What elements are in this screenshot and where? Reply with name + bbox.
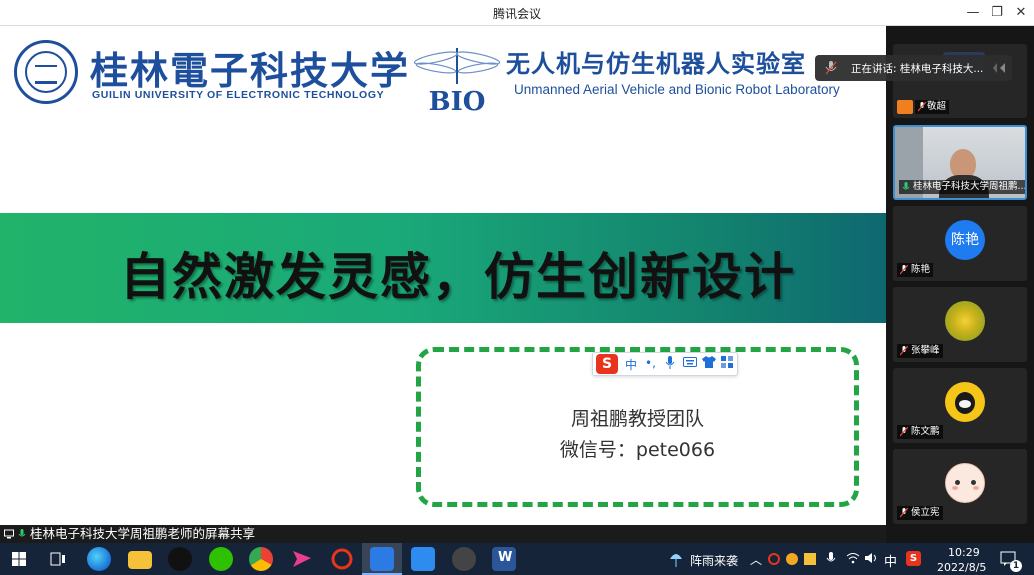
feishu-send-icon[interactable]: [290, 547, 314, 571]
dingtalk-icon[interactable]: [411, 547, 435, 571]
chrome-icon[interactable]: [249, 547, 273, 571]
slide-header: 桂林電子科技大学 GUILIN UNIVERSITY OF ELECTRONIC…: [0, 26, 886, 126]
dragonfly-logo-icon: BIO: [413, 48, 501, 114]
team-name: 周祖鹏教授团队: [570, 408, 704, 430]
qq-icon[interactable]: [168, 547, 192, 571]
avatar: [945, 382, 985, 422]
restore-icon[interactable]: ❐: [986, 3, 1008, 23]
tray-shield-icon[interactable]: [804, 553, 816, 565]
user-icon: [897, 100, 913, 114]
mic-muted-icon: [900, 265, 908, 275]
close-icon[interactable]: ✕: [1010, 3, 1032, 23]
speaking-mic-icon: [825, 61, 837, 75]
chevron-up-icon[interactable]: ︿: [750, 551, 762, 568]
edge-browser-icon[interactable]: [87, 547, 111, 571]
wechat-icon[interactable]: [209, 547, 233, 571]
mic-muted-icon: [900, 346, 908, 356]
tray-app-icon[interactable]: [768, 553, 780, 565]
microphone-icon[interactable]: [665, 356, 675, 373]
share-strip: 桂林电子科技大学周祖鹏老师的屏幕共享: [0, 525, 886, 543]
avatar: 陈艳: [945, 220, 985, 260]
task-view-icon[interactable]: [50, 552, 66, 566]
word-icon[interactable]: W: [492, 547, 516, 571]
tencent-meeting-icon[interactable]: [370, 547, 394, 571]
windows-taskbar: W 阵雨来袭 ︿ 中 S 10:29 2022/8/5 1: [0, 543, 1034, 575]
file-explorer-icon[interactable]: [128, 551, 152, 569]
minimize-icon[interactable]: —: [962, 3, 984, 23]
clock-date[interactable]: 2022/8/5: [937, 561, 986, 574]
ime-indicator[interactable]: 中: [884, 551, 897, 570]
participant-tile[interactable]: 张攀峰: [893, 287, 1027, 362]
avatar: [945, 463, 985, 503]
ime-mode[interactable]: 中: [625, 356, 637, 373]
mic-muted-icon: [900, 427, 908, 437]
lab-name-en: Unmanned Aerial Vehicle and Bionic Robot…: [514, 82, 840, 97]
tray-mic-icon[interactable]: [826, 552, 836, 566]
sogou-app-icon[interactable]: [330, 547, 354, 571]
university-name-en: GUILIN UNIVERSITY OF ELECTRONIC TECHNOLO…: [92, 89, 385, 101]
windows-start-icon[interactable]: [12, 552, 26, 566]
meeting-app: 腾讯会议 — ❐ ✕ 桂林電子科技大学 GUILIN UNIVERSITY OF…: [0, 0, 1034, 575]
slogan-banner: 自然激发灵感，仿生创新设计: [0, 213, 886, 323]
university-name-cn: 桂林電子科技大学: [90, 48, 411, 93]
participant-tile[interactable]: 侯立宪: [893, 449, 1027, 524]
window-title: 腾讯会议: [492, 7, 541, 21]
shared-screen: 桂林電子科技大学 GUILIN UNIVERSITY OF ELECTRONIC…: [0, 26, 886, 528]
ime-punct[interactable]: •,: [645, 356, 656, 370]
mic-active-icon: [902, 182, 910, 190]
title-bar: 腾讯会议 — ❐ ✕: [0, 0, 1034, 26]
participant-name: 侯立宪: [897, 506, 943, 520]
tray-qq-icon[interactable]: [786, 553, 798, 565]
wechat-id: 微信号：pete066: [559, 439, 716, 461]
mic-muted-icon: [918, 102, 926, 112]
participant-tile[interactable]: 陈文鹏: [893, 368, 1027, 443]
participant-tile-active[interactable]: 桂林电子科技大学周祖鹏...: [893, 125, 1027, 200]
share-screen-icon: [4, 529, 14, 539]
slogan-text: 自然激发灵感，仿生创新设计: [120, 248, 796, 306]
participant-name: 张攀峰: [897, 344, 943, 358]
toolbox-grid-icon[interactable]: [721, 356, 733, 371]
svg-text:BIO: BIO: [429, 87, 486, 114]
participant-name: 桂林电子科技大学周祖鹏...: [899, 180, 1025, 194]
wifi-icon[interactable]: [846, 552, 860, 564]
screen-share-label: 桂林电子科技大学周祖鹏老师的屏幕共享: [0, 525, 261, 543]
avatar: [945, 301, 985, 341]
participant-tile[interactable]: 陈艳 陈艳: [893, 206, 1027, 281]
participant-sidebar[interactable]: 敬超 桂林电子科技大学周祖鹏... 陈艳 陈艳 张攀峰 陈文鹏 侯立宪: [886, 26, 1034, 543]
notification-badge: 1: [1010, 560, 1022, 572]
weather-rain-icon[interactable]: [666, 549, 686, 569]
ime-toolbar[interactable]: S 中 •,: [592, 352, 738, 376]
app-avatar-icon[interactable]: [452, 547, 476, 571]
speaking-indicator: 正在讲话: 桂林电子科技大...: [815, 55, 1012, 81]
skin-shirt-icon[interactable]: [702, 356, 716, 371]
mic-muted-icon: [900, 508, 908, 518]
keyboard-icon[interactable]: [683, 356, 697, 371]
participant-name: 敬超: [915, 100, 950, 114]
weather-text[interactable]: 阵雨来袭: [690, 552, 738, 569]
university-emblem-icon: [14, 40, 78, 104]
clock-time[interactable]: 10:29: [948, 546, 980, 559]
volume-icon[interactable]: [865, 552, 879, 564]
participant-name: 陈文鹏: [897, 425, 943, 439]
participant-name: 陈艳: [897, 263, 934, 277]
mic-active-icon: [18, 529, 26, 537]
sogou-tray-icon[interactable]: S: [906, 551, 921, 566]
audio-wave-icon: [993, 63, 1005, 73]
sogou-logo-icon: S: [596, 354, 618, 374]
lab-name-cn: 无人机与仿生机器人实验室: [506, 49, 806, 78]
